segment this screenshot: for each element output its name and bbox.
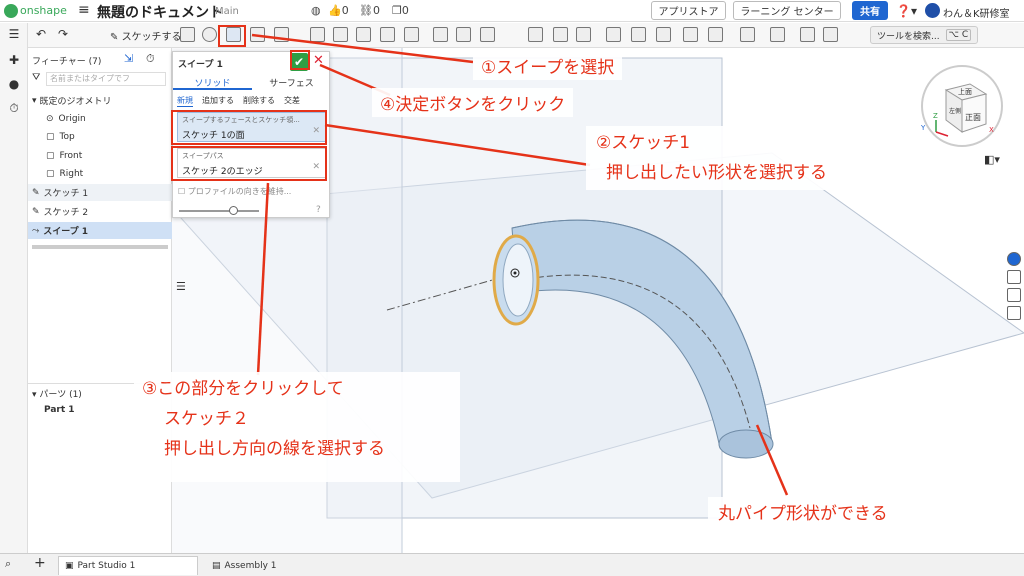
annotation-step1: ①スイープを選択 (473, 51, 623, 80)
annotation-step3-line3: 押し出し方向の線を選択する (164, 439, 385, 459)
annotation-step2: ②スケッチ1 押し出したい形状を選択する (586, 126, 837, 190)
path-highlight-box (171, 146, 327, 181)
annotation-step2-line1: ②スケッチ1 (596, 133, 691, 153)
annotation-lines (251, 33, 789, 496)
annotation-result: 丸パイプ形状ができる (708, 497, 898, 526)
sweep-highlight-box (218, 25, 246, 47)
annotation-step3-line2: スケッチ２ (164, 409, 249, 429)
annotation-step4: ④決定ボタンをクリック (372, 88, 574, 117)
annotation-step3-line1: ③この部分をクリックして (142, 379, 344, 399)
profile-highlight-box (171, 110, 327, 145)
confirm-highlight-box (290, 50, 310, 70)
annotation-step2-line2: 押し出したい形状を選択する (606, 163, 827, 183)
annotation-step3: ③この部分をクリックして スケッチ２ 押し出し方向の線を選択する (134, 372, 460, 482)
